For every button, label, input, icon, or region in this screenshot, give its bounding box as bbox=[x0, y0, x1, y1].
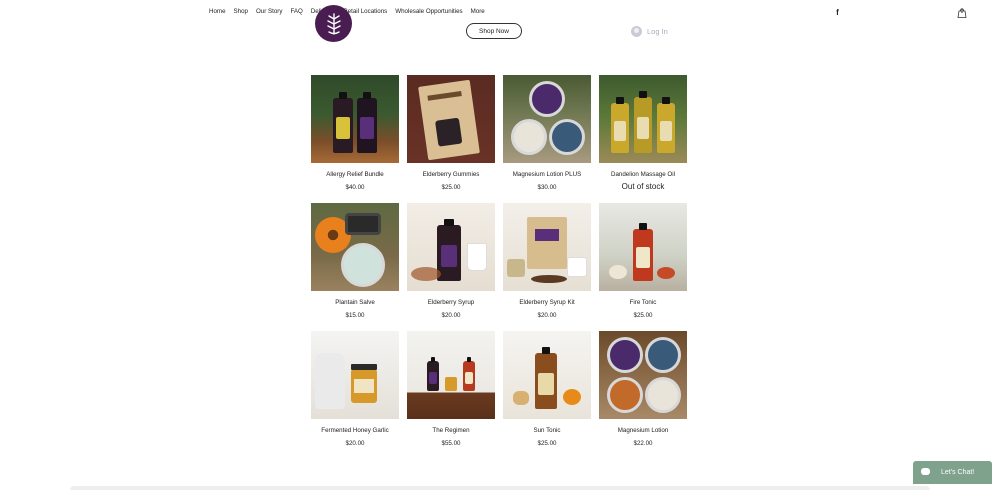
cart-count: 0 bbox=[960, 8, 964, 15]
product-name[interactable]: Magnesium Lotion bbox=[599, 427, 687, 435]
nav-item-wholesale[interactable]: Wholesale Opportunities bbox=[391, 8, 466, 15]
product-name[interactable]: Plantain Salve bbox=[311, 299, 399, 307]
product-image[interactable] bbox=[311, 203, 399, 291]
product-price: $25.00 bbox=[537, 440, 557, 447]
product-image[interactable] bbox=[311, 75, 399, 163]
product-price: $25.00 bbox=[633, 312, 653, 319]
product-price: $55.00 bbox=[441, 440, 461, 447]
product-image[interactable] bbox=[407, 331, 495, 419]
product-image[interactable] bbox=[599, 75, 687, 163]
login-button[interactable]: Log In bbox=[631, 26, 668, 37]
footer-fade bbox=[70, 486, 930, 490]
product-name[interactable]: Allergy Relief Bundle bbox=[311, 171, 399, 179]
chat-label: Let's Chat! bbox=[941, 469, 975, 476]
product-price: $20.00 bbox=[345, 440, 365, 447]
product-price: $20.00 bbox=[441, 312, 461, 319]
product-card[interactable]: Magnesium Lotion $22.00 bbox=[599, 331, 687, 459]
product-name[interactable]: Sun Tonic bbox=[503, 427, 591, 435]
chat-widget-button[interactable]: Let's Chat! bbox=[913, 461, 992, 484]
product-price: $30.00 bbox=[537, 184, 557, 191]
nav-item-home[interactable]: Home bbox=[205, 8, 230, 15]
cart-button[interactable]: 0 bbox=[957, 5, 967, 18]
nav-item-faq[interactable]: FAQ bbox=[286, 8, 306, 15]
facebook-icon[interactable]: f bbox=[834, 8, 841, 17]
nav-item-our-story[interactable]: Our Story bbox=[252, 8, 286, 15]
product-image[interactable] bbox=[311, 331, 399, 419]
login-label: Log In bbox=[647, 27, 668, 36]
product-price: $22.00 bbox=[633, 440, 653, 447]
product-price: $40.00 bbox=[345, 184, 365, 191]
product-image[interactable] bbox=[407, 75, 495, 163]
product-card[interactable]: Allergy Relief Bundle $40.00 bbox=[311, 75, 399, 203]
page: Home Shop Our Story FAQ Delivery Retail … bbox=[0, 0, 1000, 490]
product-image[interactable] bbox=[407, 203, 495, 291]
product-card[interactable]: Elderberry Syrup $20.00 bbox=[407, 203, 495, 331]
product-name[interactable]: Elderberry Syrup bbox=[407, 299, 495, 307]
product-price: $20.00 bbox=[537, 312, 557, 319]
product-card[interactable]: Elderberry Gummies $25.00 bbox=[407, 75, 495, 203]
product-card[interactable]: Magnesium Lotion PLUS $30.00 bbox=[503, 75, 591, 203]
product-image[interactable] bbox=[503, 203, 591, 291]
shop-now-button[interactable]: Shop Now bbox=[466, 23, 522, 39]
product-name[interactable]: Fermented Honey Garlic bbox=[311, 427, 399, 435]
stock-status: Out of stock bbox=[621, 182, 665, 191]
brand-logo[interactable] bbox=[315, 5, 352, 42]
product-card[interactable]: Fermented Honey Garlic $20.00 bbox=[311, 331, 399, 459]
product-image[interactable] bbox=[503, 75, 591, 163]
product-name[interactable]: Elderberry Gummies bbox=[407, 171, 495, 179]
product-price: $25.00 bbox=[441, 184, 461, 191]
product-name[interactable]: The Regimen bbox=[407, 427, 495, 435]
product-card[interactable]: Fire Tonic $25.00 bbox=[599, 203, 687, 331]
product-card[interactable]: The Regimen $55.00 bbox=[407, 331, 495, 459]
product-card[interactable]: Dandelion Massage Oil Out of stock bbox=[599, 75, 687, 203]
product-image[interactable] bbox=[503, 331, 591, 419]
product-price: $15.00 bbox=[345, 312, 365, 319]
leaf-logo-icon bbox=[326, 12, 341, 35]
product-name[interactable]: Fire Tonic bbox=[599, 299, 687, 307]
product-card[interactable]: Plantain Salve $15.00 bbox=[311, 203, 399, 331]
product-name[interactable]: Elderberry Syrup Kit bbox=[503, 299, 591, 307]
product-name[interactable]: Dandelion Massage Oil bbox=[599, 171, 687, 179]
nav-item-more[interactable]: More bbox=[467, 8, 489, 15]
product-image[interactable] bbox=[599, 203, 687, 291]
product-name[interactable]: Magnesium Lotion PLUS bbox=[503, 171, 591, 179]
product-card[interactable]: Sun Tonic $25.00 bbox=[503, 331, 591, 459]
chat-bubble-icon bbox=[921, 468, 930, 475]
nav-item-shop[interactable]: Shop bbox=[230, 8, 252, 15]
avatar-icon bbox=[631, 26, 642, 37]
product-image[interactable] bbox=[599, 331, 687, 419]
product-grid: Allergy Relief Bundle $40.00 Elderberry … bbox=[311, 75, 687, 459]
product-card[interactable]: Elderberry Syrup Kit $20.00 bbox=[503, 203, 591, 331]
